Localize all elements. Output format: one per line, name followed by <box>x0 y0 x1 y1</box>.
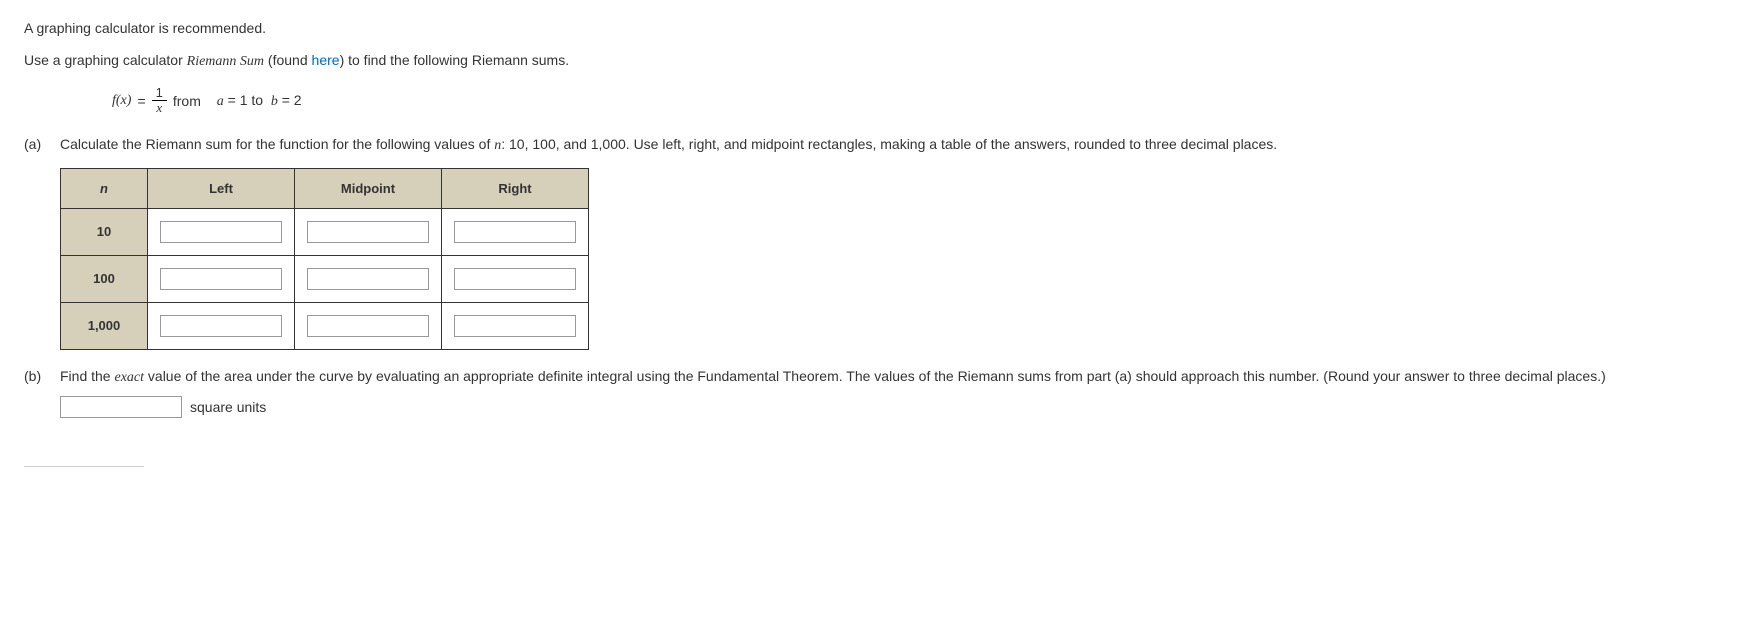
row-n: 100 <box>61 255 148 302</box>
formula: f(x) = 1 x from a = 1 to b = 2 <box>112 86 1733 116</box>
from: from <box>173 93 201 109</box>
input-n10-left[interactable] <box>160 221 282 243</box>
part-a-text: Calculate the Riemann sum for the functi… <box>60 136 1733 154</box>
intro-line-2: Use a graphing calculator Riemann Sum (f… <box>24 52 1733 70</box>
divider <box>24 466 144 467</box>
table-row: 1,000 <box>61 302 589 349</box>
header-left: Left <box>148 168 295 208</box>
table-row: 100 <box>61 255 589 302</box>
input-n1000-right[interactable] <box>454 315 576 337</box>
input-n1000-left[interactable] <box>160 315 282 337</box>
input-part-b[interactable] <box>60 396 182 418</box>
eq2: = 2 <box>278 92 302 108</box>
part-a-label: (a) <box>24 136 46 152</box>
input-n10-mid[interactable] <box>307 221 429 243</box>
text: value of the area under the curve by eva… <box>144 368 1606 384</box>
eq: = <box>137 93 145 109</box>
input-n1000-mid[interactable] <box>307 315 429 337</box>
header-midpoint: Midpoint <box>295 168 442 208</box>
row-n: 10 <box>61 208 148 255</box>
part-b-text: Find the exact value of the area under t… <box>60 368 1733 386</box>
b-var: b <box>271 94 278 109</box>
text: ) to find the following Riemann sums. <box>340 52 570 68</box>
input-n100-left[interactable] <box>160 268 282 290</box>
row-n: 1,000 <box>61 302 148 349</box>
header-right: Right <box>442 168 589 208</box>
part-b-label: (b) <box>24 368 46 384</box>
text: : 10, 100, and 1,000. Use left, right, a… <box>501 136 1277 152</box>
part-b: (b) Find the exact value of the area und… <box>24 368 1733 418</box>
denominator: x <box>152 101 166 115</box>
input-n100-right[interactable] <box>454 268 576 290</box>
fraction: 1 x <box>152 86 167 116</box>
text: Find the <box>60 368 114 384</box>
here-link[interactable]: here <box>312 52 340 68</box>
input-n10-right[interactable] <box>454 221 576 243</box>
header-n: n <box>61 168 148 208</box>
text: Calculate the Riemann sum for the functi… <box>60 136 494 152</box>
text: (found <box>264 52 311 68</box>
text: Use a graphing calculator <box>24 52 187 68</box>
units-label: square units <box>190 399 266 415</box>
eq1: = 1 to <box>224 92 267 108</box>
riemann-sum-term: Riemann Sum <box>187 54 264 69</box>
intro-line-1: A graphing calculator is recommended. <box>24 20 1733 36</box>
fx: f(x) <box>112 93 131 109</box>
input-n100-mid[interactable] <box>307 268 429 290</box>
exact-term: exact <box>114 370 144 385</box>
numerator: 1 <box>152 86 167 101</box>
a-var: a <box>217 94 224 109</box>
table-row: 10 <box>61 208 589 255</box>
riemann-table: n Left Midpoint Right 10 100 1,000 <box>60 168 589 350</box>
part-a: (a) Calculate the Riemann sum for the fu… <box>24 136 1733 350</box>
